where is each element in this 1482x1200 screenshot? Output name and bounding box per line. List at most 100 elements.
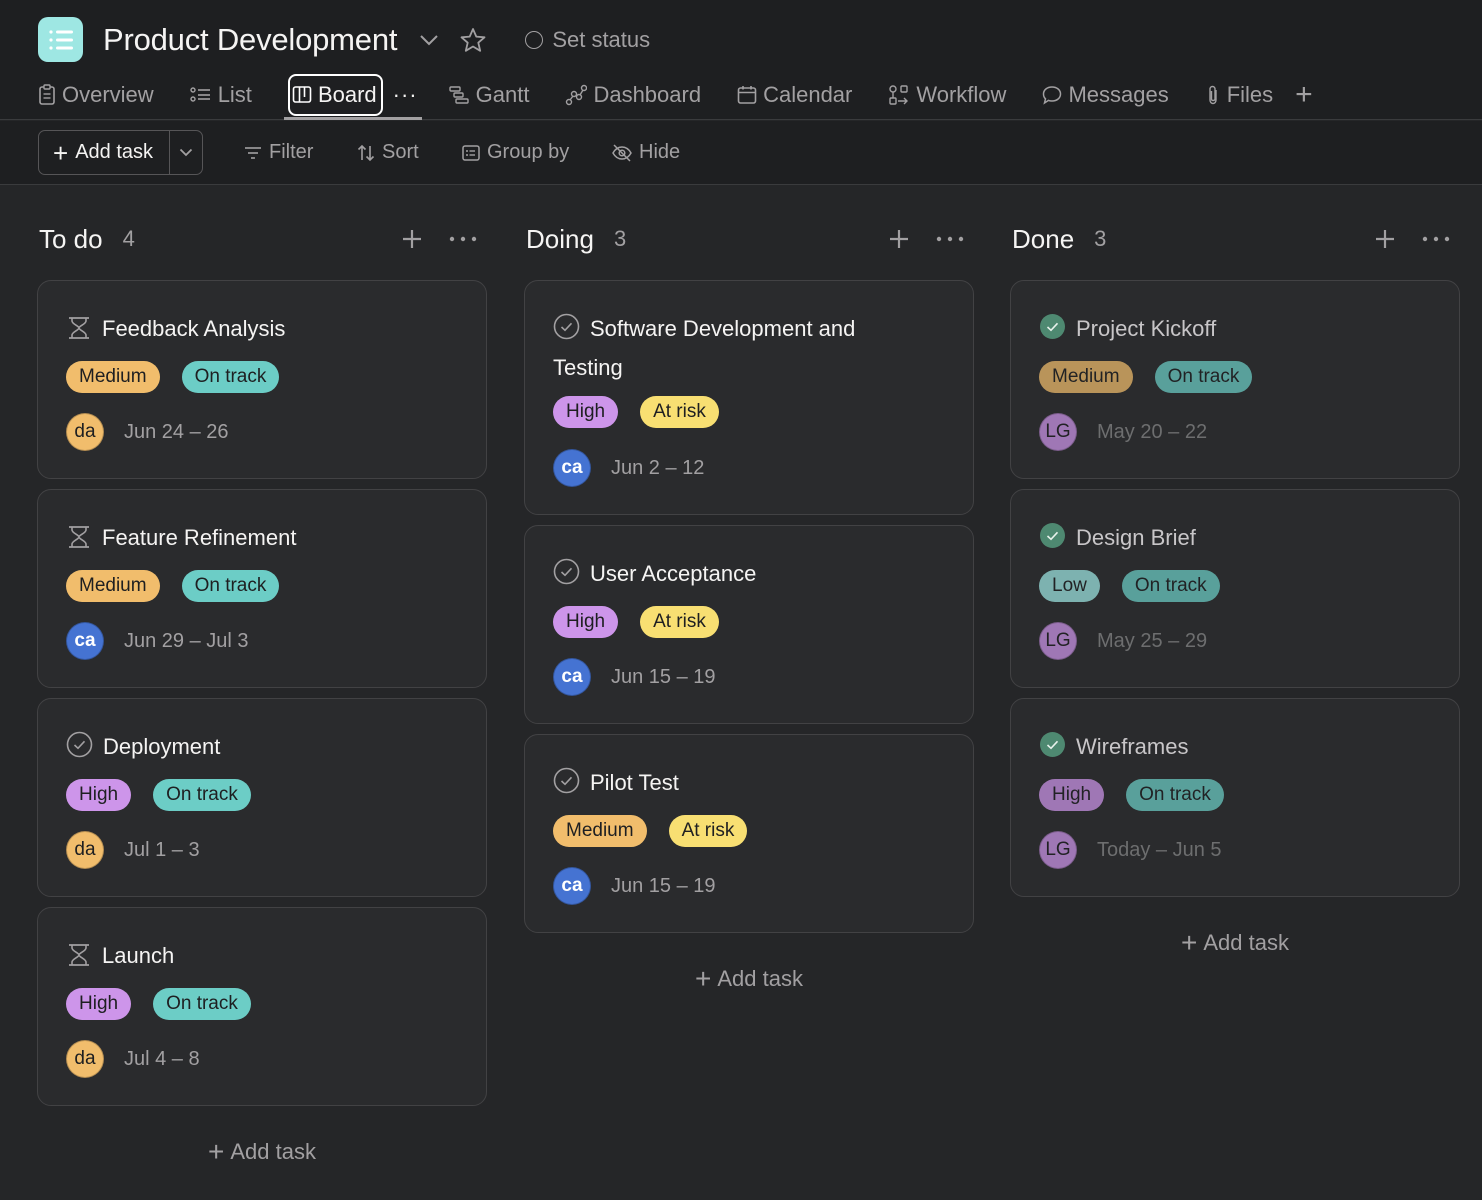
- tab-board[interactable]: Board ···: [283, 74, 422, 120]
- task-title[interactable]: Deployment: [103, 734, 220, 759]
- task-card[interactable]: Wireframes High On track LG Today – Jun 5: [1010, 698, 1460, 897]
- star-icon[interactable]: [459, 27, 487, 53]
- task-due-dates[interactable]: Jun 2 – 12: [611, 457, 704, 480]
- task-card[interactable]: Feedback Analysis Medium On track da Jun 24 …: [37, 280, 487, 479]
- completed-check-icon[interactable]: [1039, 522, 1066, 559]
- tab-list[interactable]: List: [189, 74, 252, 116]
- assignee-avatar[interactable]: ca: [553, 658, 591, 696]
- priority-badge[interactable]: High: [553, 396, 619, 428]
- check-circle-icon[interactable]: [553, 767, 580, 804]
- priority-badge[interactable]: Medium: [553, 815, 647, 847]
- priority-badge[interactable]: High: [66, 779, 132, 811]
- task-due-dates[interactable]: Jun 15 – 19: [611, 875, 716, 898]
- assignee-avatar[interactable]: da: [66, 1040, 104, 1078]
- filter-button[interactable]: Filter: [243, 130, 313, 175]
- column-add-task-button[interactable]: + Add task: [1010, 927, 1460, 959]
- task-title[interactable]: Wireframes: [1076, 734, 1188, 759]
- completed-check-icon[interactable]: [1039, 313, 1066, 350]
- column-name[interactable]: Doing: [526, 224, 594, 255]
- tab-gantt[interactable]: Gantt: [448, 74, 529, 116]
- task-due-dates[interactable]: May 25 – 29: [1097, 630, 1207, 653]
- task-card[interactable]: Design Brief Low On track LG May 25 – 29: [1010, 489, 1460, 688]
- status-badge[interactable]: On track: [153, 779, 251, 811]
- assignee-avatar[interactable]: ca: [66, 622, 104, 660]
- set-status-button[interactable]: Set status: [525, 27, 650, 53]
- column-more-options-icon[interactable]: [936, 222, 964, 256]
- status-badge[interactable]: At risk: [668, 815, 748, 847]
- add-task-dropdown[interactable]: [170, 131, 202, 174]
- priority-badge[interactable]: Medium: [66, 361, 160, 393]
- sort-button[interactable]: Sort: [356, 130, 419, 175]
- task-title[interactable]: User Acceptance: [590, 561, 756, 586]
- assignee-avatar[interactable]: LG: [1039, 413, 1077, 451]
- column-more-options-icon[interactable]: [449, 222, 477, 256]
- tab-messages[interactable]: Messages: [1042, 74, 1169, 116]
- task-due-dates[interactable]: Jun 29 – Jul 3: [124, 630, 249, 653]
- chevron-down-icon[interactable]: [419, 34, 439, 46]
- task-due-dates[interactable]: May 20 – 22: [1097, 421, 1207, 444]
- column-add-task-plus-icon[interactable]: [888, 222, 910, 256]
- task-card[interactable]: Feature Refinement Medium On track ca Jun 29…: [37, 489, 487, 688]
- assignee-avatar[interactable]: LG: [1039, 622, 1077, 660]
- column-add-task-plus-icon[interactable]: [1374, 222, 1396, 256]
- column-name[interactable]: To do: [39, 224, 103, 255]
- column-add-task-button[interactable]: + Add task: [37, 1136, 487, 1168]
- priority-badge[interactable]: Low: [1039, 570, 1100, 602]
- task-card[interactable]: Software Development and Testing High At r…: [524, 280, 974, 515]
- task-title[interactable]: Feedback Analysis: [102, 316, 285, 341]
- status-badge[interactable]: At risk: [640, 606, 719, 638]
- completed-check-icon[interactable]: [1039, 731, 1066, 768]
- check-circle-icon[interactable]: [553, 558, 580, 595]
- priority-badge[interactable]: High: [66, 988, 132, 1020]
- tab-overview[interactable]: Overview: [38, 74, 154, 116]
- task-title[interactable]: Feature Refinement: [102, 525, 296, 550]
- task-due-dates[interactable]: Today – Jun 5: [1097, 839, 1222, 862]
- task-card[interactable]: Pilot Test Medium At risk ca Jun 15 – 19: [524, 734, 974, 933]
- status-badge[interactable]: On track: [181, 361, 280, 393]
- priority-badge[interactable]: Medium: [1039, 361, 1133, 393]
- add-task-button[interactable]: + Add task: [39, 131, 170, 174]
- assignee-avatar[interactable]: LG: [1039, 831, 1077, 869]
- task-due-dates[interactable]: Jun 15 – 19: [611, 666, 716, 689]
- task-title[interactable]: Design Brief: [1076, 525, 1196, 550]
- tab-dashboard[interactable]: Dashboard: [565, 74, 701, 116]
- task-title[interactable]: Launch: [102, 943, 174, 968]
- status-badge[interactable]: On track: [1121, 570, 1220, 602]
- task-due-dates[interactable]: Jul 4 – 8: [124, 1048, 200, 1071]
- priority-badge[interactable]: High: [553, 606, 619, 638]
- task-card[interactable]: Deployment High On track da Jul 1 – 3: [37, 698, 487, 897]
- assignee-avatar[interactable]: ca: [553, 867, 591, 905]
- status-badge[interactable]: At risk: [640, 396, 719, 428]
- task-title[interactable]: Project Kickoff: [1076, 316, 1216, 341]
- project-title[interactable]: Product Development: [103, 22, 398, 58]
- tab-files[interactable]: Files: [1205, 74, 1273, 116]
- assignee-avatar[interactable]: da: [66, 413, 104, 451]
- task-title[interactable]: Pilot Test: [590, 770, 679, 795]
- task-card[interactable]: Launch High On track da Jul 4 – 8: [37, 907, 487, 1106]
- task-card[interactable]: User Acceptance High At risk ca Jun 15 – 19: [524, 525, 974, 724]
- column-add-task-button[interactable]: + Add task: [524, 963, 974, 995]
- status-badge[interactable]: On track: [1154, 361, 1253, 393]
- check-circle-icon[interactable]: [66, 731, 93, 768]
- status-badge[interactable]: On track: [153, 988, 251, 1020]
- project-list-icon[interactable]: [38, 17, 83, 62]
- tab-calendar[interactable]: Calendar: [737, 74, 852, 116]
- check-circle-icon[interactable]: [553, 313, 580, 350]
- assignee-avatar[interactable]: da: [66, 831, 104, 869]
- status-badge[interactable]: On track: [1126, 779, 1224, 811]
- task-title[interactable]: Software Development and Testing: [553, 316, 855, 380]
- task-card[interactable]: Project Kickoff Medium On track LG May 20 – …: [1010, 280, 1460, 479]
- priority-badge[interactable]: Medium: [66, 570, 160, 602]
- assignee-avatar[interactable]: ca: [553, 449, 591, 487]
- add-tab-plus-icon[interactable]: +: [1295, 74, 1313, 116]
- column-name[interactable]: Done: [1012, 224, 1074, 255]
- hide-button[interactable]: Hide: [611, 130, 680, 175]
- priority-badge[interactable]: High: [1039, 779, 1105, 811]
- task-due-dates[interactable]: Jun 24 – 26: [124, 421, 229, 444]
- status-badge[interactable]: On track: [181, 570, 280, 602]
- column-more-options-icon[interactable]: [1422, 222, 1450, 256]
- tab-board-more-icon[interactable]: ···: [393, 82, 418, 108]
- group-by-button[interactable]: Group by: [461, 130, 569, 175]
- task-due-dates[interactable]: Jul 1 – 3: [124, 839, 200, 862]
- tab-board-focus[interactable]: Board: [287, 74, 383, 116]
